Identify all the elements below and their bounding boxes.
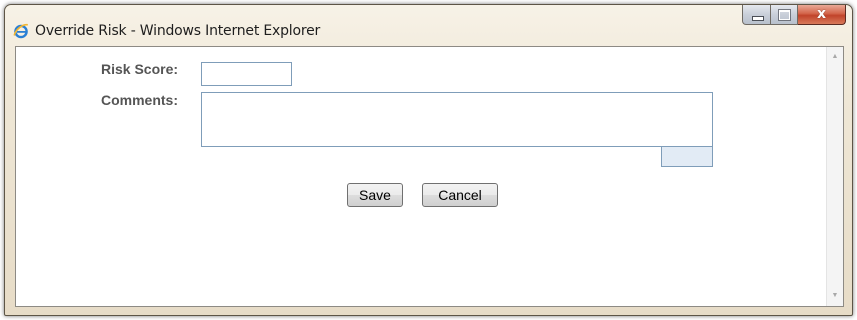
scroll-down-arrow-icon[interactable]: ▼ [827, 288, 843, 304]
comments-resize-handle[interactable] [661, 146, 713, 167]
vertical-scrollbar[interactable]: ▲ ▼ [826, 47, 843, 306]
risk-score-input[interactable] [201, 62, 292, 86]
internet-explorer-icon [13, 23, 28, 39]
maximize-button[interactable] [771, 5, 798, 25]
maximize-icon [778, 9, 791, 21]
scroll-up-arrow-icon[interactable]: ▲ [827, 49, 843, 65]
save-button[interactable]: Save [347, 183, 403, 207]
browser-popup-window: Override Risk - Windows Internet Explore… [4, 4, 853, 316]
close-button[interactable]: x [798, 5, 846, 25]
window-title: Override Risk - Windows Internet Explore… [35, 23, 321, 39]
comments-textarea[interactable] [201, 92, 713, 147]
minimize-icon [752, 16, 764, 21]
close-icon: x [816, 6, 827, 22]
page-content: Risk Score: Comments: Save Cancel ▲ ▼ [15, 46, 844, 307]
title-bar[interactable]: Override Risk - Windows Internet Explore… [5, 5, 852, 45]
comments-label: Comments: [101, 92, 179, 108]
window-caption-buttons: x [742, 5, 846, 25]
cancel-button[interactable]: Cancel [422, 183, 498, 207]
minimize-button[interactable] [742, 5, 771, 25]
risk-score-label: Risk Score: [101, 61, 179, 77]
